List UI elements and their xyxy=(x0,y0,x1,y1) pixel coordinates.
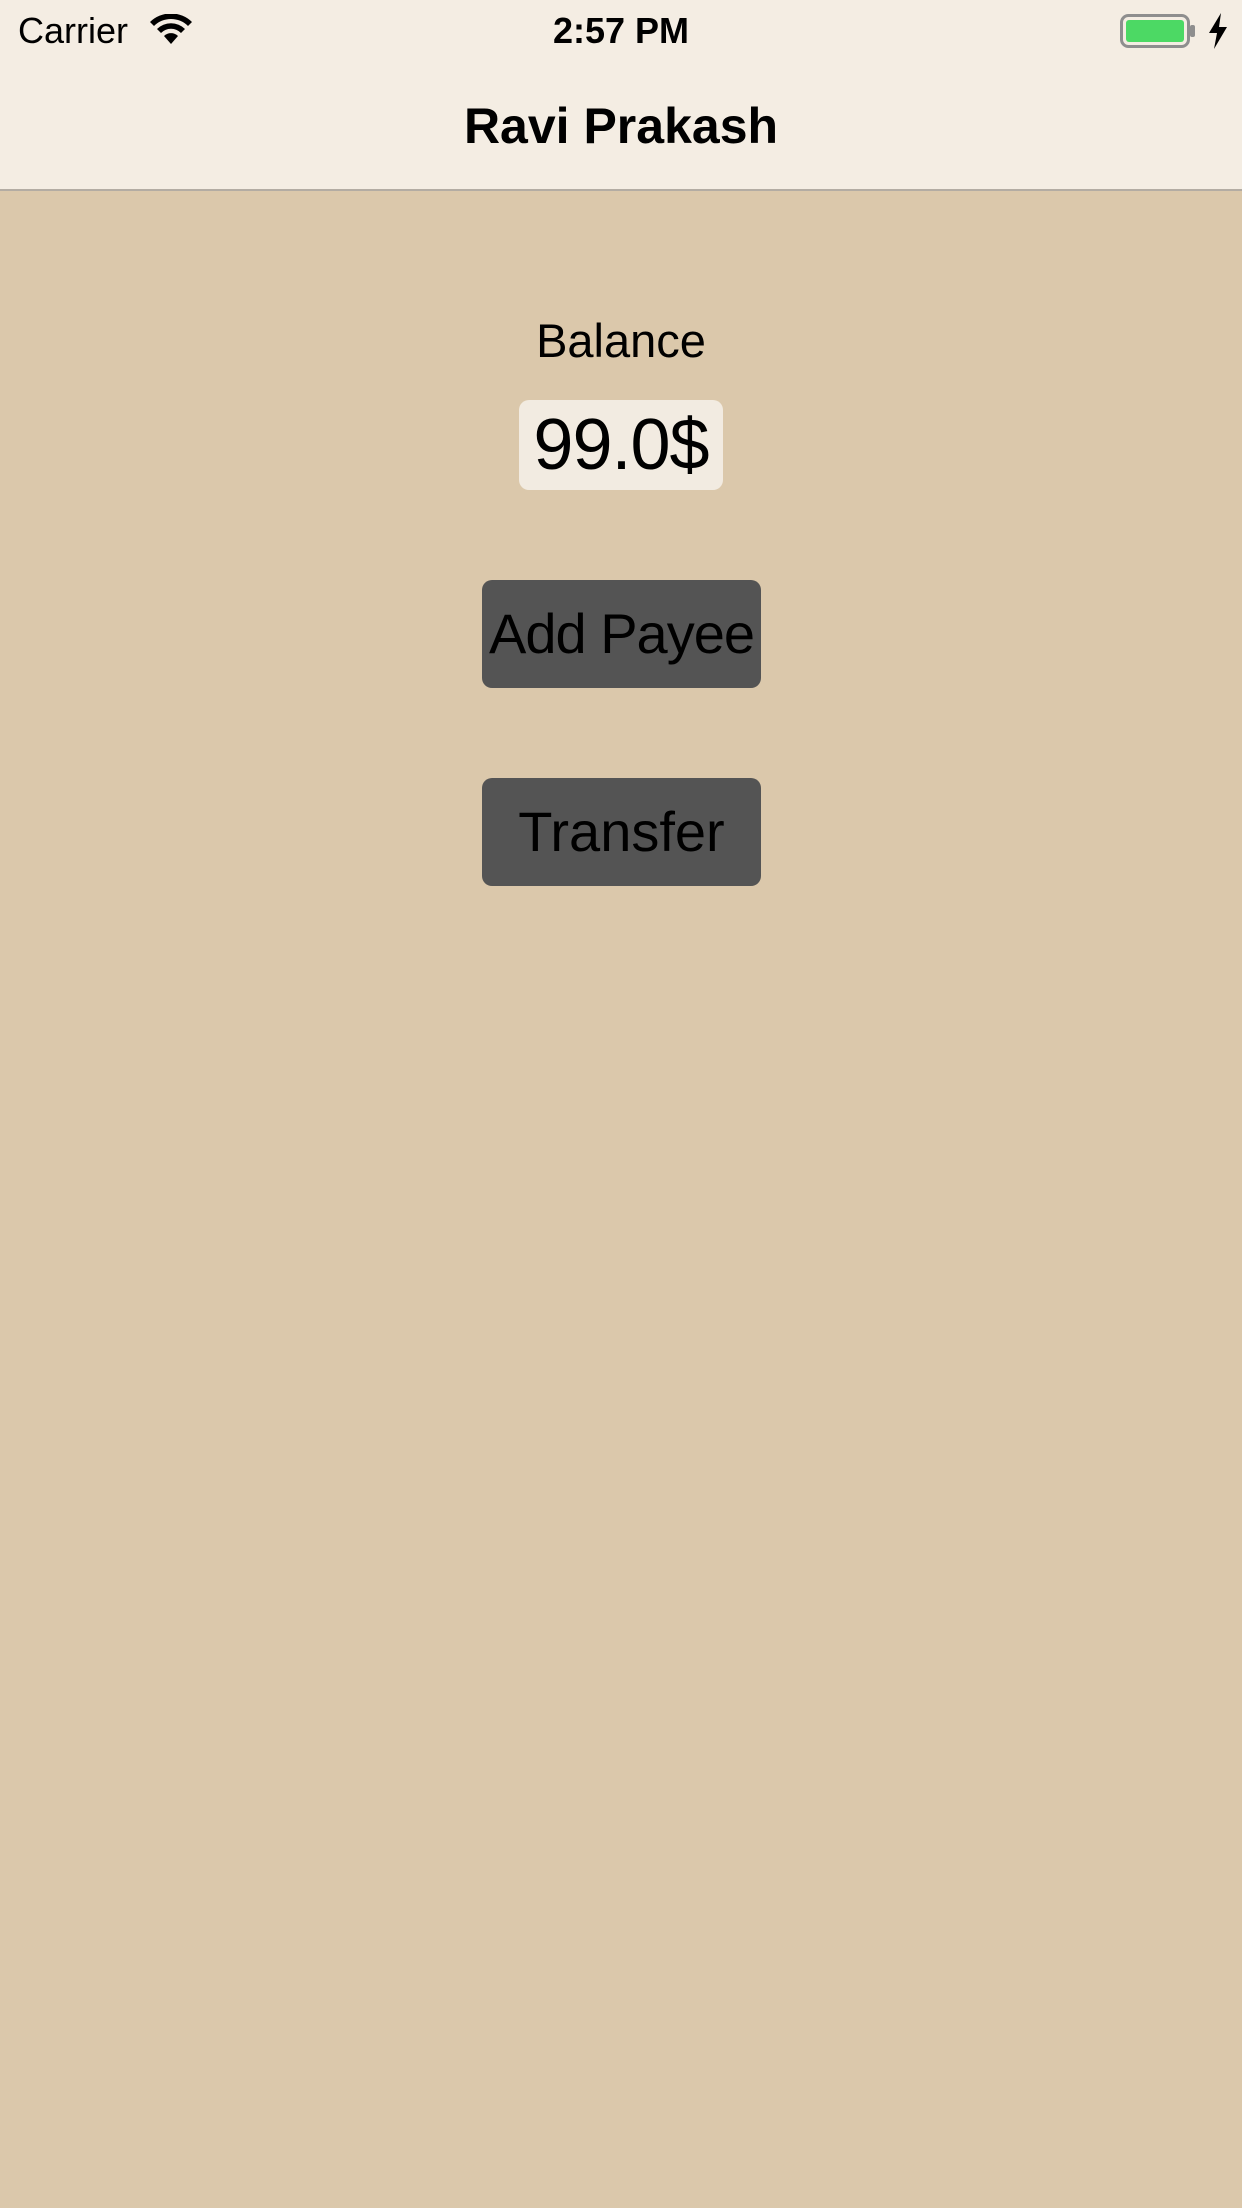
balance-value-box: 99.0$ xyxy=(519,400,723,490)
clock-time: 2:57 PM xyxy=(552,10,690,51)
balance-value: 99.0$ xyxy=(533,405,709,485)
navigation-bar: Carrier 2:57 PM Ravi Prakash xyxy=(0,0,1242,191)
status-bar: Carrier 2:57 PM xyxy=(0,0,1242,62)
add-payee-button[interactable]: Add Payee xyxy=(482,580,761,688)
battery-full-icon xyxy=(1120,14,1196,48)
balance-label: Balance xyxy=(536,314,706,367)
transfer-button[interactable]: Transfer xyxy=(482,778,761,886)
charging-bolt-icon xyxy=(1206,12,1230,50)
page-title: Ravi Prakash xyxy=(463,98,779,154)
